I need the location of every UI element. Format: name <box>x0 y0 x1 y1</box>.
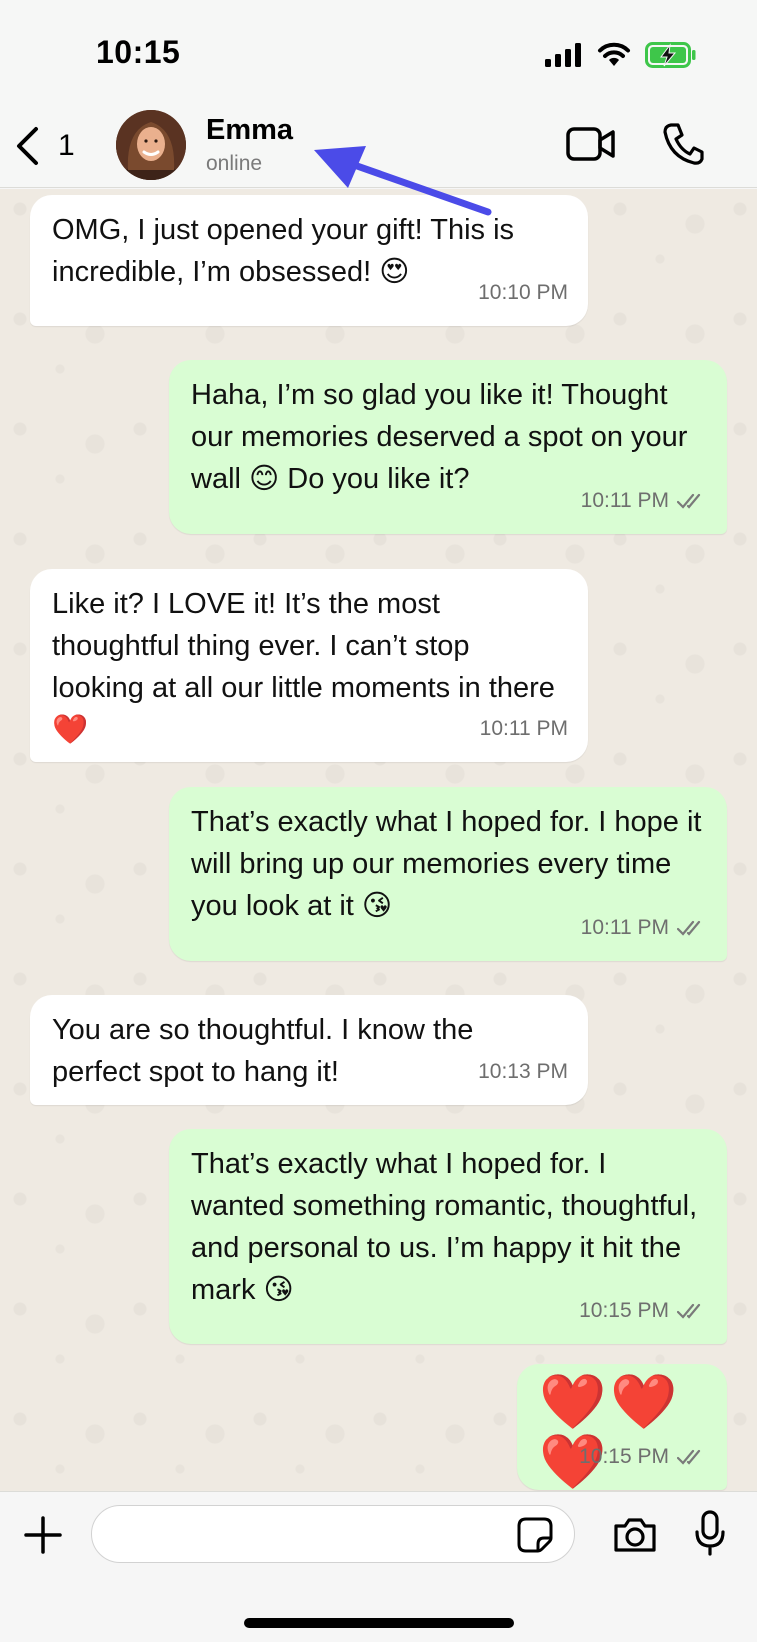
status-time: 10:15 <box>96 34 181 70</box>
status-bar: 10:15 <box>0 0 757 104</box>
plus-icon <box>24 1516 62 1554</box>
message-time: 10:13 PM <box>478 1060 568 1083</box>
double-check-icon <box>677 1449 701 1465</box>
message-bubble-incoming[interactable]: You are so thoughtful. I know the perfec… <box>30 995 588 1105</box>
back-button[interactable]: 1 <box>14 124 75 168</box>
chevron-left-icon <box>17 127 38 165</box>
sticker-icon <box>517 1517 553 1553</box>
double-check-icon <box>677 1303 701 1319</box>
camera-button[interactable] <box>612 1516 658 1559</box>
message-time: 10:15 PM <box>579 1445 669 1468</box>
voice-call-button[interactable] <box>662 122 704 171</box>
microphone-button[interactable] <box>694 1510 726 1561</box>
message-meta: 10:15 PM <box>579 1436 707 1478</box>
message-time: 10:11 PM <box>580 489 669 512</box>
message-time: 10:15 PM <box>579 1299 669 1322</box>
composer-bar <box>0 1491 757 1642</box>
attach-button[interactable] <box>24 1516 62 1559</box>
contact-status: online <box>206 152 263 175</box>
messages-list[interactable]: OMG, I just opened your gift! This is in… <box>0 189 757 1491</box>
double-check-icon <box>677 920 701 936</box>
cellular-signal-icon <box>545 43 581 67</box>
message-meta: 10:15 PM <box>579 1290 707 1332</box>
camera-icon <box>614 1518 656 1552</box>
message-meta: 10:11 PM <box>581 907 707 949</box>
sticker-button[interactable] <box>516 1516 554 1559</box>
wifi-icon <box>598 42 630 66</box>
message-bubble-incoming[interactable]: Like it? I LOVE it! It’s the most though… <box>30 569 588 762</box>
video-camera-icon <box>566 127 615 161</box>
video-call-button[interactable] <box>566 126 616 167</box>
message-text: That’s exactly what I hoped for. I wante… <box>191 1148 706 1306</box>
message-input[interactable] <box>91 1505 575 1563</box>
message-bubble-outgoing[interactable]: That’s exactly what I hoped for. I hope … <box>169 787 727 961</box>
message-time: 10:10 PM <box>478 281 568 304</box>
message-meta: 10:13 PM <box>478 1051 568 1093</box>
battery-charging-icon <box>645 42 696 68</box>
phone-icon <box>663 123 704 165</box>
message-bubble-incoming[interactable]: OMG, I just opened your gift! This is in… <box>30 195 588 326</box>
chat-header: 1 Emma online <box>0 104 757 188</box>
message-time: 10:11 PM <box>580 916 669 939</box>
message-bubble-outgoing[interactable]: ❤️❤️❤️ 10:15 PM <box>517 1364 727 1491</box>
status-icons <box>545 40 697 70</box>
message-bubble-outgoing[interactable]: Haha, I’m so glad you like it! Thought o… <box>169 360 727 534</box>
message-meta: 10:11 PM <box>480 708 568 750</box>
contact-name[interactable]: Emma <box>206 114 293 147</box>
avatar[interactable] <box>116 110 186 180</box>
message-time: 10:11 PM <box>479 717 568 740</box>
double-check-icon <box>677 493 701 509</box>
avatar-photo <box>116 110 186 180</box>
message-bubble-outgoing[interactable]: That’s exactly what I hoped for. I wante… <box>169 1129 727 1344</box>
message-meta: 10:11 PM <box>581 480 707 522</box>
message-meta: 10:10 PM <box>478 272 568 314</box>
home-indicator <box>244 1618 514 1628</box>
unread-count: 1 <box>58 129 75 162</box>
microphone-icon <box>695 1510 725 1556</box>
